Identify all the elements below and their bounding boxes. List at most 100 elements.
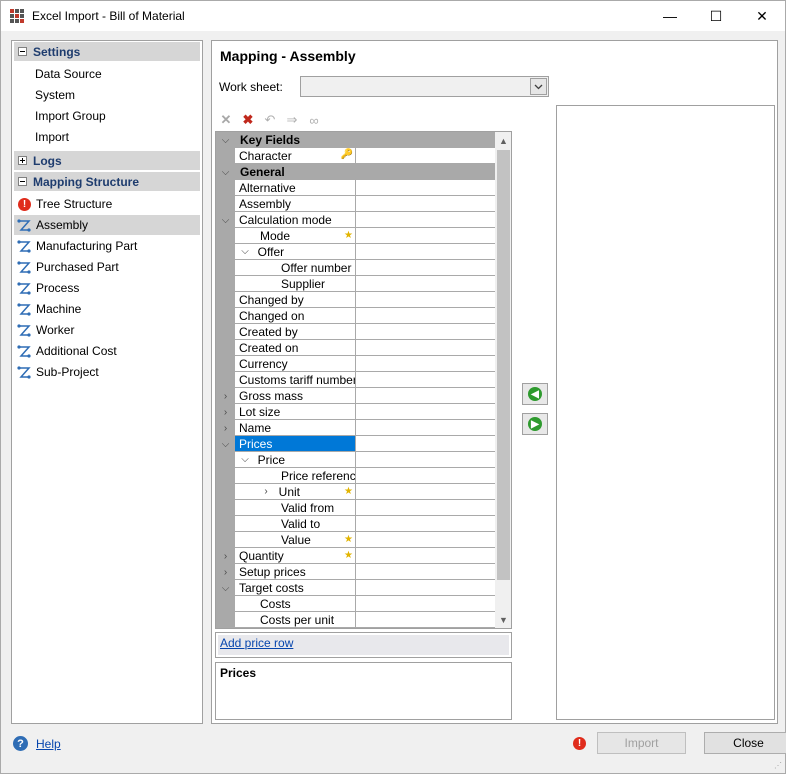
row-value[interactable] [356,532,495,548]
row-value[interactable] [356,548,495,564]
grid-row-calculation-mode[interactable]: ⌵ Calculation mode [216,212,495,228]
category-key-fields[interactable]: ⌵ Key Fields [216,132,495,148]
grid-row-quantity[interactable]: › Quantity ★ [216,548,495,564]
grid-row-assembly[interactable]: Assembly [216,196,495,212]
chevron-down-icon[interactable]: ⌵ [239,246,251,257]
grid-row-valid-from[interactable]: Valid from [216,500,495,516]
collapse-icon[interactable] [18,47,27,56]
worksheet-select[interactable] [300,76,549,97]
nav-item-import[interactable]: Import [14,127,200,147]
chevron-down-icon[interactable] [530,78,547,95]
delete-icon[interactable]: ✕ [215,111,237,129]
nav-item-data-source[interactable]: Data Source [14,64,200,84]
grid-row-supplier[interactable]: Supplier [216,276,495,292]
row-value[interactable] [356,260,495,276]
row-value[interactable] [356,564,495,580]
grid-row-lot-size[interactable]: › Lot size [216,404,495,420]
grid-row-currency[interactable]: Currency [216,356,495,372]
nav-item-manufacturing-part[interactable]: Manufacturing Part [14,236,200,256]
property-grid[interactable]: ⌵ Key Fields Character 🔑 ⌵ General Altern… [215,131,512,629]
move-left-button[interactable]: ◀ [522,383,548,405]
close-window-button[interactable]: ✕ [739,1,785,31]
help-link[interactable]: Help [36,737,61,751]
nav-group-settings[interactable]: Settings [14,42,200,61]
grid-row-changed-on[interactable]: Changed on [216,308,495,324]
grid-row-created-by[interactable]: Created by [216,324,495,340]
grid-row-costs[interactable]: Costs [216,596,495,612]
nav-item-worker[interactable]: Worker [14,320,200,340]
row-value[interactable] [356,212,495,228]
help-icon[interactable]: ? [13,736,28,751]
nav-item-import-group[interactable]: Import Group [14,106,200,126]
import-button[interactable]: Import [597,732,686,754]
link-icon[interactable]: ∞ [303,111,325,129]
row-value[interactable] [356,452,495,468]
grid-row-character[interactable]: Character 🔑 [216,148,495,164]
assign-icon[interactable]: ⇒ [281,111,303,129]
grid-row-value[interactable]: Value ★ [216,532,495,548]
chevron-down-icon[interactable]: ⌵ [239,454,251,465]
chevron-down-icon[interactable]: ⌵ [216,212,235,228]
chevron-right-icon[interactable]: › [216,548,235,564]
move-right-button[interactable]: ▶ [522,413,548,435]
row-value[interactable] [356,388,495,404]
nav-item-purchased-part[interactable]: Purchased Part [14,257,200,277]
grid-row-gross-mass[interactable]: › Gross mass [216,388,495,404]
row-value[interactable] [356,516,495,532]
chevron-down-icon[interactable]: ⌵ [216,132,235,148]
chevron-right-icon[interactable]: › [216,564,235,580]
chevron-right-icon[interactable]: › [216,404,235,420]
grid-row-offer-number[interactable]: Offer number [216,260,495,276]
nav-group-logs[interactable]: Logs [14,151,200,170]
row-value[interactable] [356,420,495,436]
row-value[interactable] [356,196,495,212]
chevron-right-icon[interactable]: › [216,420,235,436]
collapse-icon[interactable] [18,177,27,186]
chevron-down-icon[interactable]: ⌵ [216,580,235,596]
row-value[interactable] [356,612,495,628]
expand-icon[interactable] [18,156,27,165]
row-value[interactable] [356,356,495,372]
row-value[interactable] [356,180,495,196]
chevron-right-icon[interactable]: › [260,486,272,497]
undo-icon[interactable]: ↶ [259,111,281,129]
scroll-down-icon[interactable]: ▼ [495,611,511,628]
nav-item-machine[interactable]: Machine [14,299,200,319]
category-general[interactable]: ⌵ General [216,164,495,180]
grid-row-price[interactable]: ⌵ Price [216,452,495,468]
chevron-down-icon[interactable]: ⌵ [216,436,235,452]
row-value[interactable] [356,292,495,308]
nav-item-assembly[interactable]: Assembly [14,215,200,235]
chevron-down-icon[interactable]: ⌵ [216,164,235,180]
nav-group-mapping-structure[interactable]: Mapping Structure [14,172,200,191]
add-price-row-link[interactable]: Add price row [220,636,293,650]
grid-row-costs-per-unit[interactable]: Costs per unit [216,612,495,628]
grid-row-valid-to[interactable]: Valid to [216,516,495,532]
grid-row-target-costs[interactable]: ⌵ Target costs [216,580,495,596]
delete-all-icon[interactable]: ✖ [237,111,259,129]
nav-item-process[interactable]: Process [14,278,200,298]
grid-row-created-on[interactable]: Created on [216,340,495,356]
nav-item-tree-structure[interactable]: ! Tree Structure [14,194,200,214]
grid-row-mode[interactable]: Mode ★ [216,228,495,244]
row-value[interactable] [356,372,495,388]
nav-item-additional-cost[interactable]: Additional Cost [14,341,200,361]
minimize-button[interactable]: — [647,1,693,31]
scroll-up-icon[interactable]: ▲ [495,132,511,149]
grid-row-unit[interactable]: › Unit ★ [216,484,495,500]
row-value[interactable] [356,436,495,452]
close-button[interactable]: Close [704,732,786,754]
row-value[interactable] [356,468,495,484]
nav-item-sub-project[interactable]: Sub-Project [14,362,200,382]
row-value[interactable] [356,580,495,596]
grid-row-customs-tariff-number[interactable]: Customs tariff number [216,372,495,388]
row-value[interactable] [356,228,495,244]
grid-row-alternative[interactable]: Alternative [216,180,495,196]
row-value[interactable] [356,148,495,164]
row-value[interactable] [356,404,495,420]
maximize-button[interactable]: ☐ [693,1,739,31]
scrollbar-thumb[interactable] [497,150,510,580]
chevron-right-icon[interactable]: › [216,388,235,404]
row-value[interactable] [356,500,495,516]
grid-scrollbar[interactable]: ▲ ▼ [495,132,511,628]
